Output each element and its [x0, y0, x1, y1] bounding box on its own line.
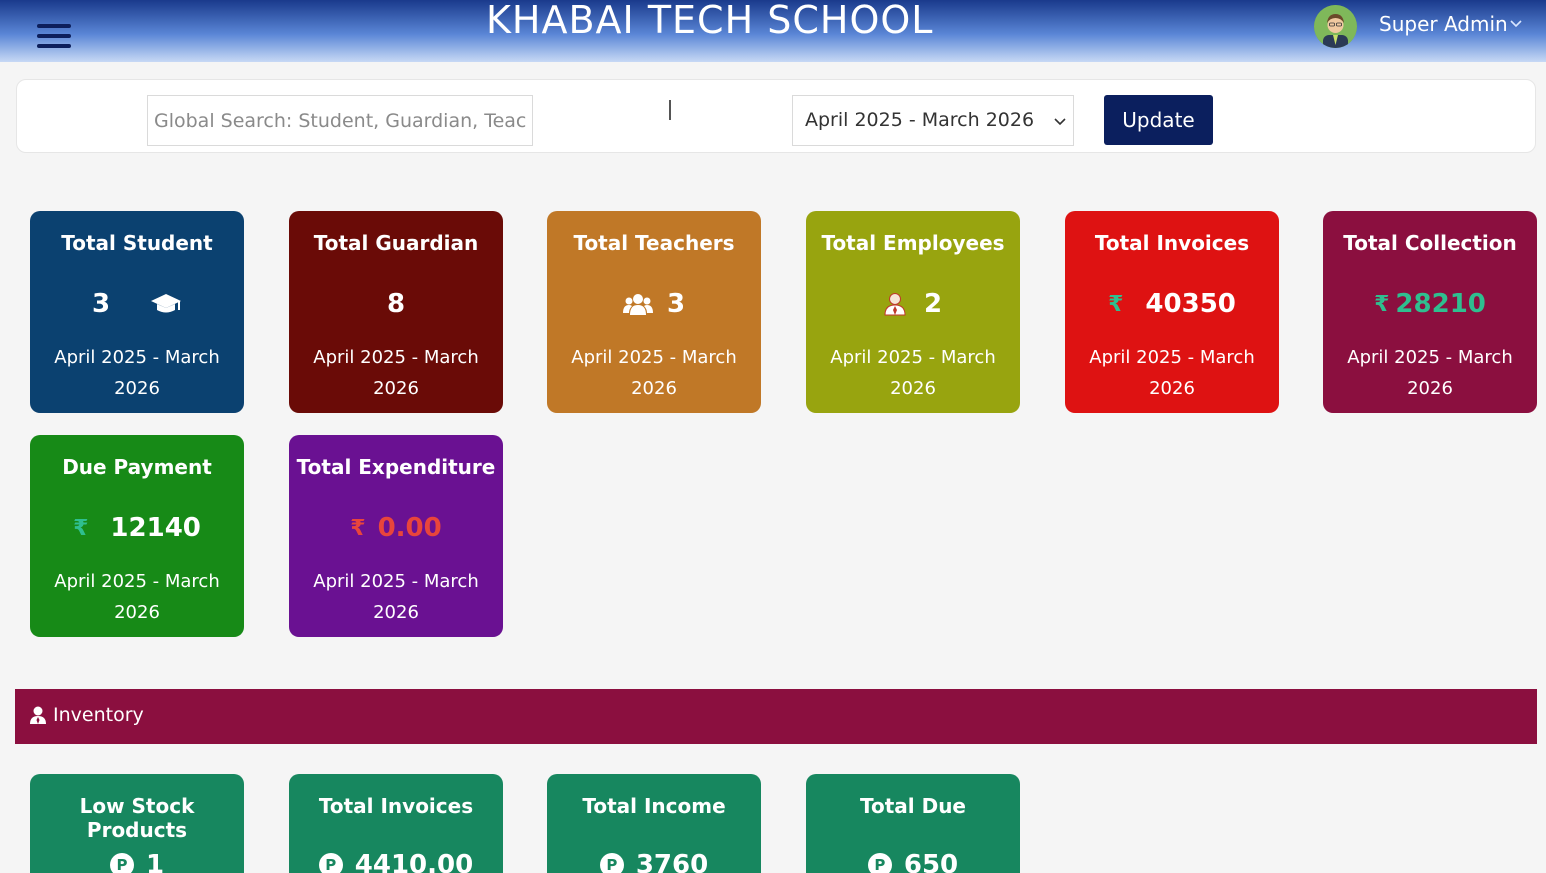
card-value: 1 — [145, 850, 165, 873]
card-value: 3 — [91, 289, 111, 319]
card-total-expenditure[interactable]: Total Expenditure ₹ 0.00 April 2025 - Ma… — [289, 435, 503, 637]
school-title: KHABAI TECH SCHOOL — [486, 0, 934, 42]
card-title: Total Student — [61, 231, 213, 255]
card-low-stock-products[interactable]: Low Stock Products P 1 — [30, 774, 244, 873]
inventory-section-header[interactable]: Inventory — [15, 689, 1537, 744]
chevron-down-icon — [1054, 118, 1066, 126]
top-header: KHABAI TECH SCHOOL Super Admin — [0, 0, 1546, 62]
card-total-due[interactable]: Total Due P 650 — [806, 774, 1020, 873]
card-due-payment[interactable]: Due Payment ₹ 12140 April 2025 - March 2… — [30, 435, 244, 637]
card-inventory-total-invoices[interactable]: Total Invoices P 4410.00 — [289, 774, 503, 873]
graduation-cap-icon — [150, 292, 182, 316]
card-title: Total Due — [859, 794, 966, 818]
card-title: Total Collection — [1343, 231, 1517, 255]
card-title: Total Guardian — [313, 231, 479, 255]
card-period-start: April 2025 - March — [830, 347, 996, 368]
card-total-collection[interactable]: Total Collection ₹ 28210 April 2025 - Ma… — [1323, 211, 1537, 413]
card-value: 28210 — [1395, 289, 1486, 319]
text-cursor — [669, 100, 671, 120]
rupee-icon: ₹ — [73, 515, 89, 541]
card-value: 40350 — [1145, 289, 1236, 319]
card-period-start: April 2025 - March — [313, 571, 479, 592]
product-icon: P — [318, 853, 343, 873]
card-total-teachers[interactable]: Total Teachers 3 April 2025 - March 2026 — [547, 211, 761, 413]
product-icon: P — [109, 853, 134, 873]
chevron-down-icon[interactable] — [1509, 16, 1523, 30]
card-period-start: April 2025 - March — [1347, 347, 1513, 368]
card-period-end: 2026 — [373, 602, 419, 623]
card-value: 650 — [903, 850, 959, 873]
avatar-image — [1314, 5, 1357, 48]
card-period-end: 2026 — [631, 378, 677, 399]
card-title: Low Stock Products — [79, 794, 195, 842]
user-name[interactable]: Super Admin — [1379, 12, 1508, 36]
card-total-employees[interactable]: Total Employees 2 April 2025 - March 202… — [806, 211, 1020, 413]
rupee-icon: ₹ — [1374, 291, 1390, 317]
rupee-icon: ₹ — [1108, 291, 1124, 317]
card-value: 8 — [386, 289, 406, 319]
card-period-start: April 2025 - March — [313, 347, 479, 368]
card-value: 12140 — [110, 513, 201, 543]
card-value: 0.00 — [377, 513, 442, 543]
card-title: Total Employees — [821, 231, 1005, 255]
card-title: Total Expenditure — [296, 455, 496, 479]
card-title: Total Invoices — [318, 794, 474, 818]
rupee-icon: ₹ — [350, 515, 366, 541]
user-tie-icon — [884, 292, 906, 316]
card-period-end: 2026 — [373, 378, 419, 399]
user-tie-icon — [30, 706, 46, 724]
global-search-input[interactable] — [147, 95, 533, 146]
card-period-start: April 2025 - March — [54, 347, 220, 368]
card-total-guardian[interactable]: Total Guardian 8 April 2025 - March 2026 — [289, 211, 503, 413]
card-period-start: April 2025 - March — [571, 347, 737, 368]
card-value: 3760 — [635, 850, 709, 873]
user-avatar[interactable] — [1314, 5, 1357, 48]
card-period-end: 2026 — [890, 378, 936, 399]
card-title: Due Payment — [62, 455, 212, 479]
card-total-income[interactable]: Total Income P 3760 — [547, 774, 761, 873]
update-button[interactable]: Update — [1104, 95, 1213, 145]
product-icon: P — [599, 853, 624, 873]
card-period-start: April 2025 - March — [1089, 347, 1255, 368]
card-total-student[interactable]: Total Student 3 April 2025 - March 2026 — [30, 211, 244, 413]
card-value: 3 — [666, 289, 686, 319]
card-title: Total Teachers — [573, 231, 735, 255]
card-period-end: 2026 — [1149, 378, 1195, 399]
card-period-end: 2026 — [1407, 378, 1453, 399]
session-select[interactable]: April 2025 - March 2026 — [792, 95, 1074, 146]
card-period-end: 2026 — [114, 602, 160, 623]
inventory-label: Inventory — [53, 704, 144, 726]
session-select-value: April 2025 - March 2026 — [805, 109, 1035, 131]
card-title: Total Income — [582, 794, 726, 818]
card-total-invoices[interactable]: Total Invoices ₹ 40350 April 2025 - Marc… — [1065, 211, 1279, 413]
users-icon — [622, 292, 653, 316]
card-value: 4410.00 — [354, 850, 474, 873]
card-period-end: 2026 — [114, 378, 160, 399]
card-period-start: April 2025 - March — [54, 571, 220, 592]
product-icon: P — [867, 853, 892, 873]
card-title: Total Invoices — [1094, 231, 1250, 255]
filter-bar: April 2025 - March 2026 Update — [16, 79, 1536, 153]
menu-toggle-icon[interactable] — [37, 24, 71, 52]
card-value: 2 — [923, 289, 943, 319]
